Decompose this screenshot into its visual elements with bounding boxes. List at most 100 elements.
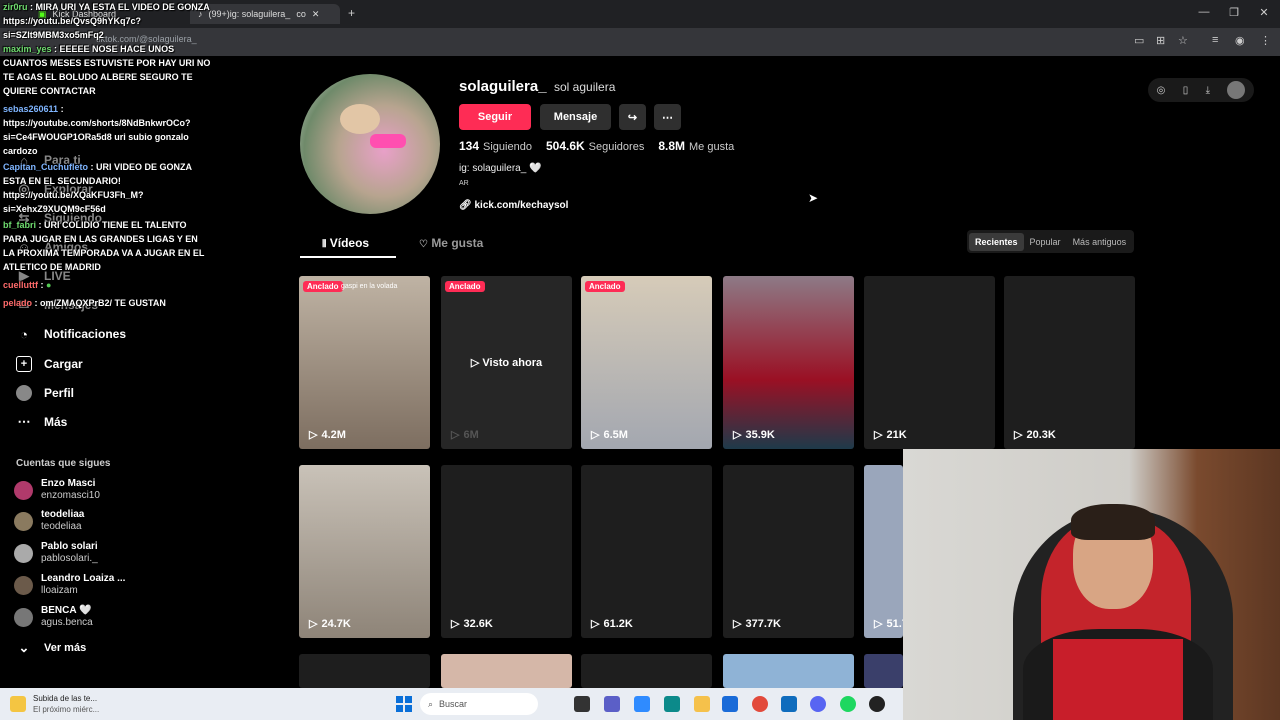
sort-toggle: Recientes Popular Más antiguos [967, 230, 1135, 253]
minimize-button[interactable]: — [1196, 6, 1212, 18]
profile-stats: 134 Siguiendo 504.6K Seguidores 8.8M Me gus… [459, 139, 734, 153]
media-icon[interactable]: ≡ [1212, 34, 1218, 46]
following-accounts-title: Cuentas que sigues [16, 458, 111, 469]
play-icon: ▷ [309, 429, 318, 441]
video-thumbnail[interactable]: ▷ 32.6K [441, 465, 572, 638]
video-thumbnail[interactable]: ▷ 61.2K [581, 465, 712, 638]
heart-icon: ♡ [419, 239, 428, 250]
avatar-detail [340, 104, 380, 134]
followed-account[interactable]: Enzo Masci enzomasci10 [14, 478, 100, 502]
translate-icon[interactable]: ⊞ [1156, 34, 1165, 47]
discord-icon[interactable] [810, 696, 826, 712]
video-thumbnail[interactable]: ▷ 377.7K [723, 465, 854, 638]
play-icon: ▷ [874, 618, 883, 630]
windows-taskbar: Subida de las te... El próximo miérc... … [0, 688, 903, 720]
message-button[interactable]: Mensaje [540, 104, 611, 130]
video-thumbnail[interactable] [723, 654, 854, 688]
tab-liked[interactable]: ♡ Me gusta [419, 236, 483, 250]
followers-stat[interactable]: 504.6K Seguidores [546, 139, 644, 153]
pinned-badge: Anclado [585, 281, 625, 292]
chat-message: cuelluttf : ● [3, 280, 52, 290]
video-thumbnail[interactable] [299, 654, 430, 688]
sort-oldest[interactable]: Más antiguos [1067, 233, 1133, 251]
profile-link[interactable]: 🔗︎ kick.com/kechaysol [459, 200, 568, 211]
edge-icon[interactable] [664, 696, 680, 712]
coins-icon[interactable]: ◎ [1157, 85, 1166, 96]
video-thumbnail[interactable]: ▷ 21K [864, 276, 995, 449]
see-more-button[interactable]: ⌄ Ver más [16, 640, 87, 656]
task-view-icon[interactable] [574, 696, 590, 712]
video-thumbnail[interactable]: Anclado ▷ Visto ahora ▷ 6M [441, 276, 572, 449]
share-button[interactable]: ↪ [619, 104, 646, 130]
avatar [14, 543, 33, 563]
taskbar-notification[interactable]: Subida de las te... El próximo miérc... [33, 693, 99, 715]
bookmark-star-icon[interactable]: ☆ [1178, 34, 1188, 47]
video-thumbnail[interactable]: ▷51.7 [864, 465, 903, 638]
profile-bio: ig: solaguilera_ 🤍 [459, 163, 542, 174]
follow-button[interactable]: Seguir [459, 104, 531, 130]
more-options-button[interactable]: ⋯ [654, 104, 681, 130]
sidebar-item-profile[interactable]: Perfil [16, 385, 74, 401]
taskbar-search[interactable]: ⌕ Buscar [420, 693, 538, 715]
cast-icon[interactable]: ▭ [1134, 34, 1144, 47]
webcam-overlay [903, 449, 1280, 720]
sidebar-item-more[interactable]: ⋯ Más [16, 414, 68, 430]
profile-avatar[interactable] [300, 74, 440, 214]
sidebar-item-upload[interactable]: + Cargar [16, 356, 83, 372]
grid-icon: ⦀ [322, 239, 327, 250]
menu-icon[interactable]: ⋮ [1260, 34, 1271, 47]
chat-message: bf_fabri : URI COLIDIO TIENE EL TALENTO … [3, 220, 205, 272]
chevron-down-icon: ⌄ [18, 640, 30, 655]
video-thumbnail[interactable] [441, 654, 572, 688]
video-thumbnail[interactable] [864, 654, 903, 688]
window-close-button[interactable]: ✕ [1256, 6, 1272, 19]
play-icon: ▷ [451, 618, 460, 630]
device-icon[interactable]: ▯ [1183, 85, 1189, 96]
new-tab-button[interactable]: + [348, 6, 355, 20]
video-thumbnail[interactable]: ▷ 35.9K [723, 276, 854, 449]
obs-icon[interactable] [869, 696, 885, 712]
video-thumbnail[interactable]: ▷ 20.3K [1004, 276, 1135, 449]
video-caption: gaspi en la volada [341, 283, 398, 290]
chat-message: zir0ru : MIRA URI YA ESTA EL VIDEO DE GO… [3, 2, 210, 40]
play-icon: ▷ [591, 429, 600, 441]
store-icon[interactable] [722, 696, 738, 712]
video-thumbnail[interactable]: Anclado gaspi en la volada ▷ 4.2M [299, 276, 430, 449]
spotify-icon[interactable] [840, 696, 856, 712]
watched-now-label: ▷ Visto ahora [470, 357, 543, 369]
view-count: ▷ 6M [451, 428, 479, 442]
followed-account[interactable]: teodeliaa teodeliaa [14, 509, 84, 533]
video-thumbnail[interactable]: Anclado ▷ 6.5M [581, 276, 712, 449]
pinned-badge: Anclado [303, 281, 343, 292]
following-stat[interactable]: 134 Siguiendo [459, 139, 532, 153]
emote-icon: ● [46, 280, 52, 290]
copilot-icon[interactable] [634, 696, 650, 712]
outlook-icon[interactable] [781, 696, 797, 712]
teams-icon[interactable] [604, 696, 620, 712]
stream-chat-overlay: zir0ru : MIRA URI YA ESTA EL VIDEO DE GO… [0, 0, 212, 340]
followed-account[interactable]: BENCA 🤍 agus.benca [14, 605, 93, 629]
chat-message: sebas260611 : https://youtube.com/shorts… [3, 104, 191, 156]
link-icon: 🔗︎ [459, 200, 472, 211]
video-thumbnail[interactable]: ▷ 24.7K [299, 465, 430, 638]
active-tab-indicator [300, 256, 396, 258]
video-thumbnail[interactable] [581, 654, 712, 688]
user-avatar-icon[interactable] [1227, 81, 1246, 99]
followed-account[interactable]: Leandro Loaiza ... lloaizam [14, 573, 125, 597]
tab-videos[interactable]: ⦀ Vídeos [322, 236, 369, 250]
shirt-red-stripe [1053, 639, 1183, 720]
play-icon: ▷ [591, 618, 600, 630]
browser-tab-active[interactable]: ♪ (99+)ig: solaguilera_ co ✕ [190, 4, 340, 24]
windows-start-icon[interactable] [396, 696, 412, 712]
sort-recent[interactable]: Recientes [969, 232, 1024, 251]
close-icon[interactable]: ✕ [312, 9, 320, 20]
followed-account[interactable]: Pablo solari pablosolari._ [14, 541, 98, 565]
sort-popular[interactable]: Popular [1024, 233, 1067, 251]
chrome-icon[interactable] [752, 696, 768, 712]
maximize-button[interactable]: ❐ [1226, 6, 1242, 19]
download-icon[interactable]: ⤓ [1206, 85, 1210, 96]
file-explorer-icon[interactable] [694, 696, 710, 712]
avatar [14, 511, 33, 531]
account-icon[interactable]: ◉ [1235, 34, 1245, 47]
view-count: ▷ 35.9K [733, 428, 775, 442]
